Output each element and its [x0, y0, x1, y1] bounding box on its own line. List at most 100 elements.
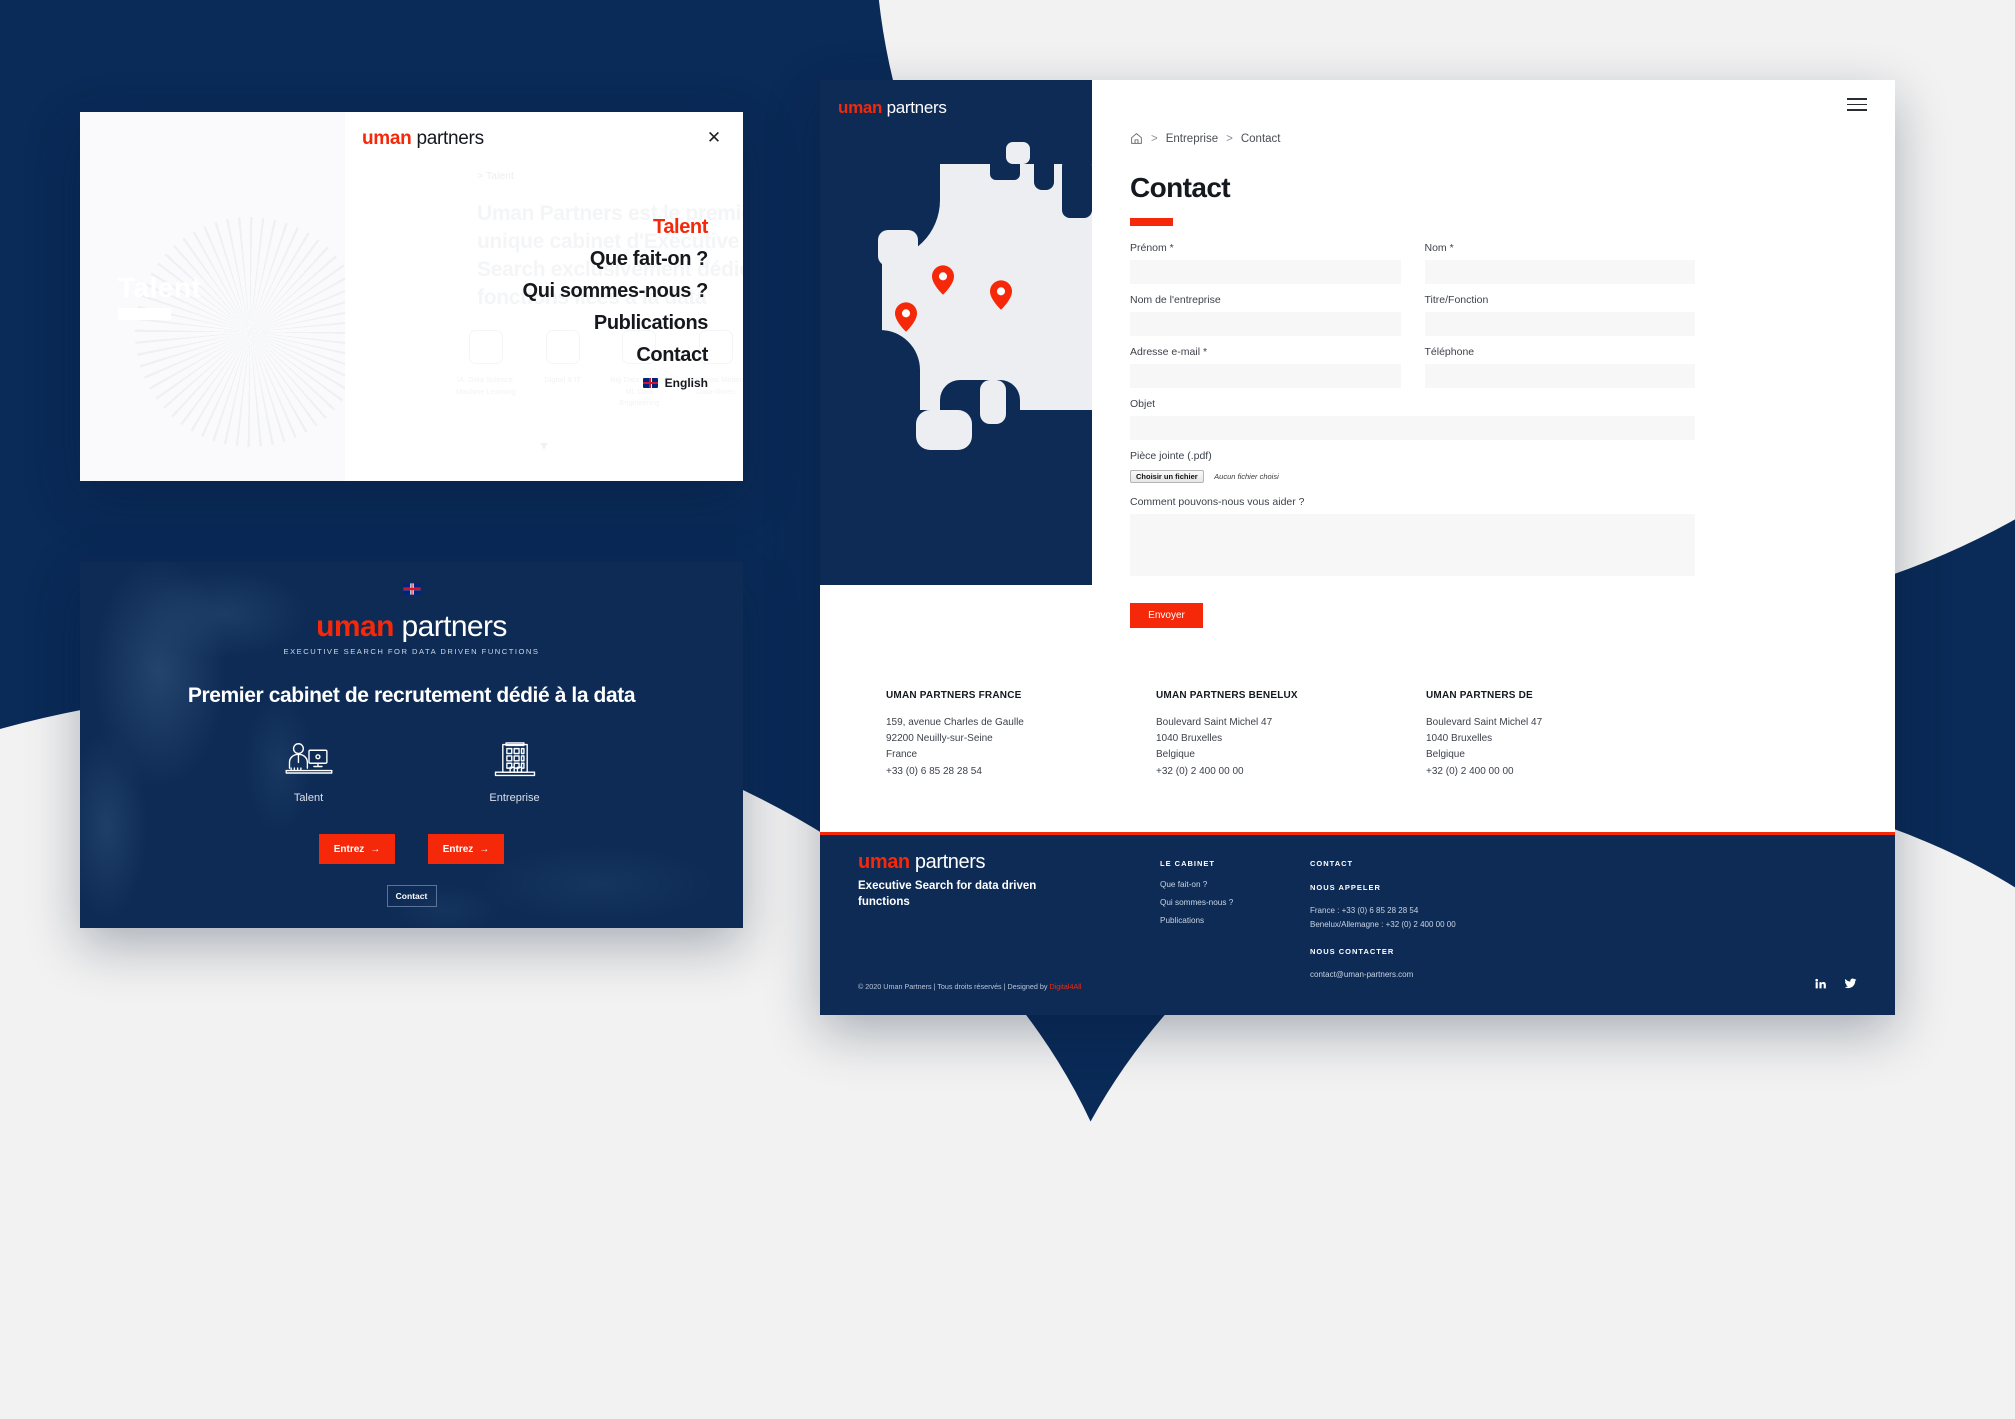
entrez-label: Entrez	[442, 843, 474, 855]
title-accent-rule	[1130, 218, 1173, 226]
uk-flag-icon	[642, 378, 658, 388]
office-address-line: 1040 Bruxelles	[1426, 733, 1493, 745]
nav-link-qui-sommes-nous[interactable]: Qui sommes-nous ?	[523, 280, 709, 302]
nav-item-talent[interactable]: Talent	[523, 216, 708, 239]
arrow-right-icon: →	[370, 843, 381, 855]
home-icon	[1131, 133, 1142, 144]
footer-link-que-fait-on[interactable]: Que fait-on ?	[1160, 880, 1233, 889]
nav-link-talent[interactable]: Talent	[653, 216, 708, 238]
map-pin-germany[interactable]	[990, 280, 1012, 310]
footer-write-title: NOUS CONTACTER	[1310, 947, 1395, 956]
nav-link-publications[interactable]: Publications	[594, 312, 709, 334]
office-phone: +32 (0) 2 400 00 00	[1156, 765, 1244, 777]
office-phone: +32 (0) 2 400 00 00	[1426, 765, 1514, 777]
chevron-down-icon: ▾	[540, 437, 548, 453]
map-pin-benelux[interactable]	[932, 265, 954, 295]
arrow-right-icon: →	[479, 843, 490, 855]
logo-uman-text: uman	[858, 851, 910, 873]
europe-map[interactable]: uman partners	[820, 80, 1092, 585]
choice-label-entreprise: Entreprise	[489, 792, 540, 804]
map-logo: uman partners	[838, 98, 947, 118]
field-email: Adresse e-mail *	[1130, 346, 1401, 388]
input-firstname[interactable]	[1130, 260, 1401, 284]
label-firstname: Prénom *	[1130, 242, 1174, 254]
footer-link-publications[interactable]: Publications	[1160, 916, 1233, 925]
footer-column-title: CONTACT	[1310, 859, 1354, 868]
label-attachment: Pièce jointe (.pdf)	[1130, 450, 1212, 462]
copyright-text: © 2020 Uman Partners | Tous droits réser…	[858, 982, 1050, 991]
hero-logo: uman partners	[316, 610, 507, 644]
input-phone[interactable]	[1424, 364, 1695, 388]
choice-entreprise[interactable]: Entreprise	[460, 740, 570, 804]
logo-partners-text: partners	[416, 128, 484, 149]
input-company[interactable]	[1130, 312, 1401, 336]
hero-cta-group: Entrez → Entrez →	[80, 834, 743, 864]
label-lastname: Nom *	[1424, 242, 1454, 254]
hero-tagline: EXECUTIVE SEARCH FOR DATA DRIVEN FUNCTIO…	[283, 647, 540, 656]
footer-logo: uman partners	[858, 851, 985, 874]
choice-label-talent: Talent	[293, 792, 324, 804]
label-jobtitle: Titre/Fonction	[1424, 294, 1489, 306]
hero-choice-group: Talent Entreprise	[80, 740, 743, 804]
linkedin-icon[interactable]	[1814, 977, 1827, 995]
office-address-line: Boulevard Saint Michel 47	[1426, 717, 1543, 728]
close-icon[interactable]: ✕	[705, 129, 723, 147]
label-subject: Objet	[1130, 398, 1156, 410]
showcase-canvas: Talent > Talent Uman Partners est le pre…	[0, 0, 2015, 1419]
input-lastname[interactable]	[1424, 260, 1695, 284]
faded-expertise-label: IA, Data Science, Machine Learning	[456, 375, 516, 396]
breadcrumb-link-entreprise[interactable]: Entreprise	[1166, 133, 1218, 145]
footer-email[interactable]: contact@uman-partners.com	[1310, 968, 1456, 982]
breadcrumb-separator: >	[1151, 132, 1158, 145]
field-lastname: Nom *	[1424, 242, 1695, 284]
map-pin-france[interactable]	[895, 302, 917, 332]
logo-partners-text: partners	[886, 98, 947, 117]
contact-page-mockup: uman partners > Entreprise > Contact Con…	[820, 80, 1895, 1015]
entrez-label: Entrez	[333, 843, 365, 855]
decorative-fan-graphic	[135, 217, 345, 447]
nav-link-que-fait-on[interactable]: Que fait-on ?	[590, 248, 709, 270]
footer-call-title: NOUS APPELER	[1310, 883, 1381, 892]
nav-item-publications[interactable]: Publications	[523, 312, 709, 335]
nav-item-que-fait-on[interactable]: Que fait-on ?	[523, 248, 709, 271]
footer-column-title: LE CABINET	[1160, 859, 1215, 868]
menu-overlay-logo[interactable]: uman partners	[362, 128, 484, 150]
entrez-button-talent[interactable]: Entrez →	[319, 834, 395, 864]
nav-item-contact[interactable]: Contact	[523, 344, 708, 367]
nav-link-contact[interactable]: Contact	[636, 344, 708, 366]
office-address-line: 1040 Bruxelles	[1156, 733, 1223, 745]
field-jobtitle: Titre/Fonction	[1424, 294, 1695, 336]
logo-uman-text: uman	[838, 98, 883, 117]
input-subject[interactable]	[1130, 416, 1695, 440]
office-france: UMAN PARTNERS FRANCE 159, avenue Charles…	[886, 690, 1156, 780]
field-subject: Objet	[1130, 398, 1695, 440]
office-address-line: Belgique	[1426, 749, 1465, 761]
designer-link[interactable]: Digital4All	[1049, 982, 1081, 991]
page-title: Contact	[1130, 172, 1231, 203]
office-name: UMAN PARTNERS FRANCE	[886, 690, 1022, 701]
language-switcher[interactable]: English	[642, 376, 708, 390]
footer-column-contact: CONTACT NOUS APPELER France : +33 (0) 6 …	[1310, 859, 1456, 982]
breadcrumb-link-contact[interactable]: Contact	[1241, 133, 1281, 145]
input-message[interactable]	[1130, 514, 1695, 576]
hamburger-icon[interactable]	[1847, 98, 1867, 115]
menu-overlay-mockup: Talent > Talent Uman Partners est le pre…	[80, 112, 743, 481]
footer-link-qui-sommes-nous[interactable]: Qui sommes-nous ?	[1160, 898, 1233, 907]
entrez-button-entreprise[interactable]: Entrez →	[428, 834, 504, 864]
choose-file-button[interactable]: Choisir un fichier	[1130, 470, 1204, 484]
nav-item-qui-sommes-nous[interactable]: Qui sommes-nous ?	[523, 280, 709, 303]
office-benelux: UMAN PARTNERS BENELUX Boulevard Saint Mi…	[1156, 690, 1426, 780]
logo-partners-text: partners	[914, 851, 986, 873]
choice-talent[interactable]: Talent	[254, 740, 364, 804]
input-email[interactable]	[1130, 364, 1401, 388]
office-name: UMAN PARTNERS DE	[1426, 690, 1533, 701]
contact-button[interactable]: Contact	[386, 885, 437, 907]
office-de: UMAN PARTNERS DE Boulevard Saint Michel …	[1426, 690, 1696, 780]
label-message: Comment pouvons-nous vous aider ?	[1130, 496, 1305, 508]
input-jobtitle[interactable]	[1424, 312, 1695, 336]
ghost-accent-bar	[118, 308, 171, 320]
office-name: UMAN PARTNERS BENELUX	[1156, 690, 1298, 701]
uk-flag-icon[interactable]	[402, 583, 421, 595]
twitter-icon[interactable]	[1844, 977, 1857, 995]
submit-button[interactable]: Envoyer	[1130, 603, 1203, 628]
